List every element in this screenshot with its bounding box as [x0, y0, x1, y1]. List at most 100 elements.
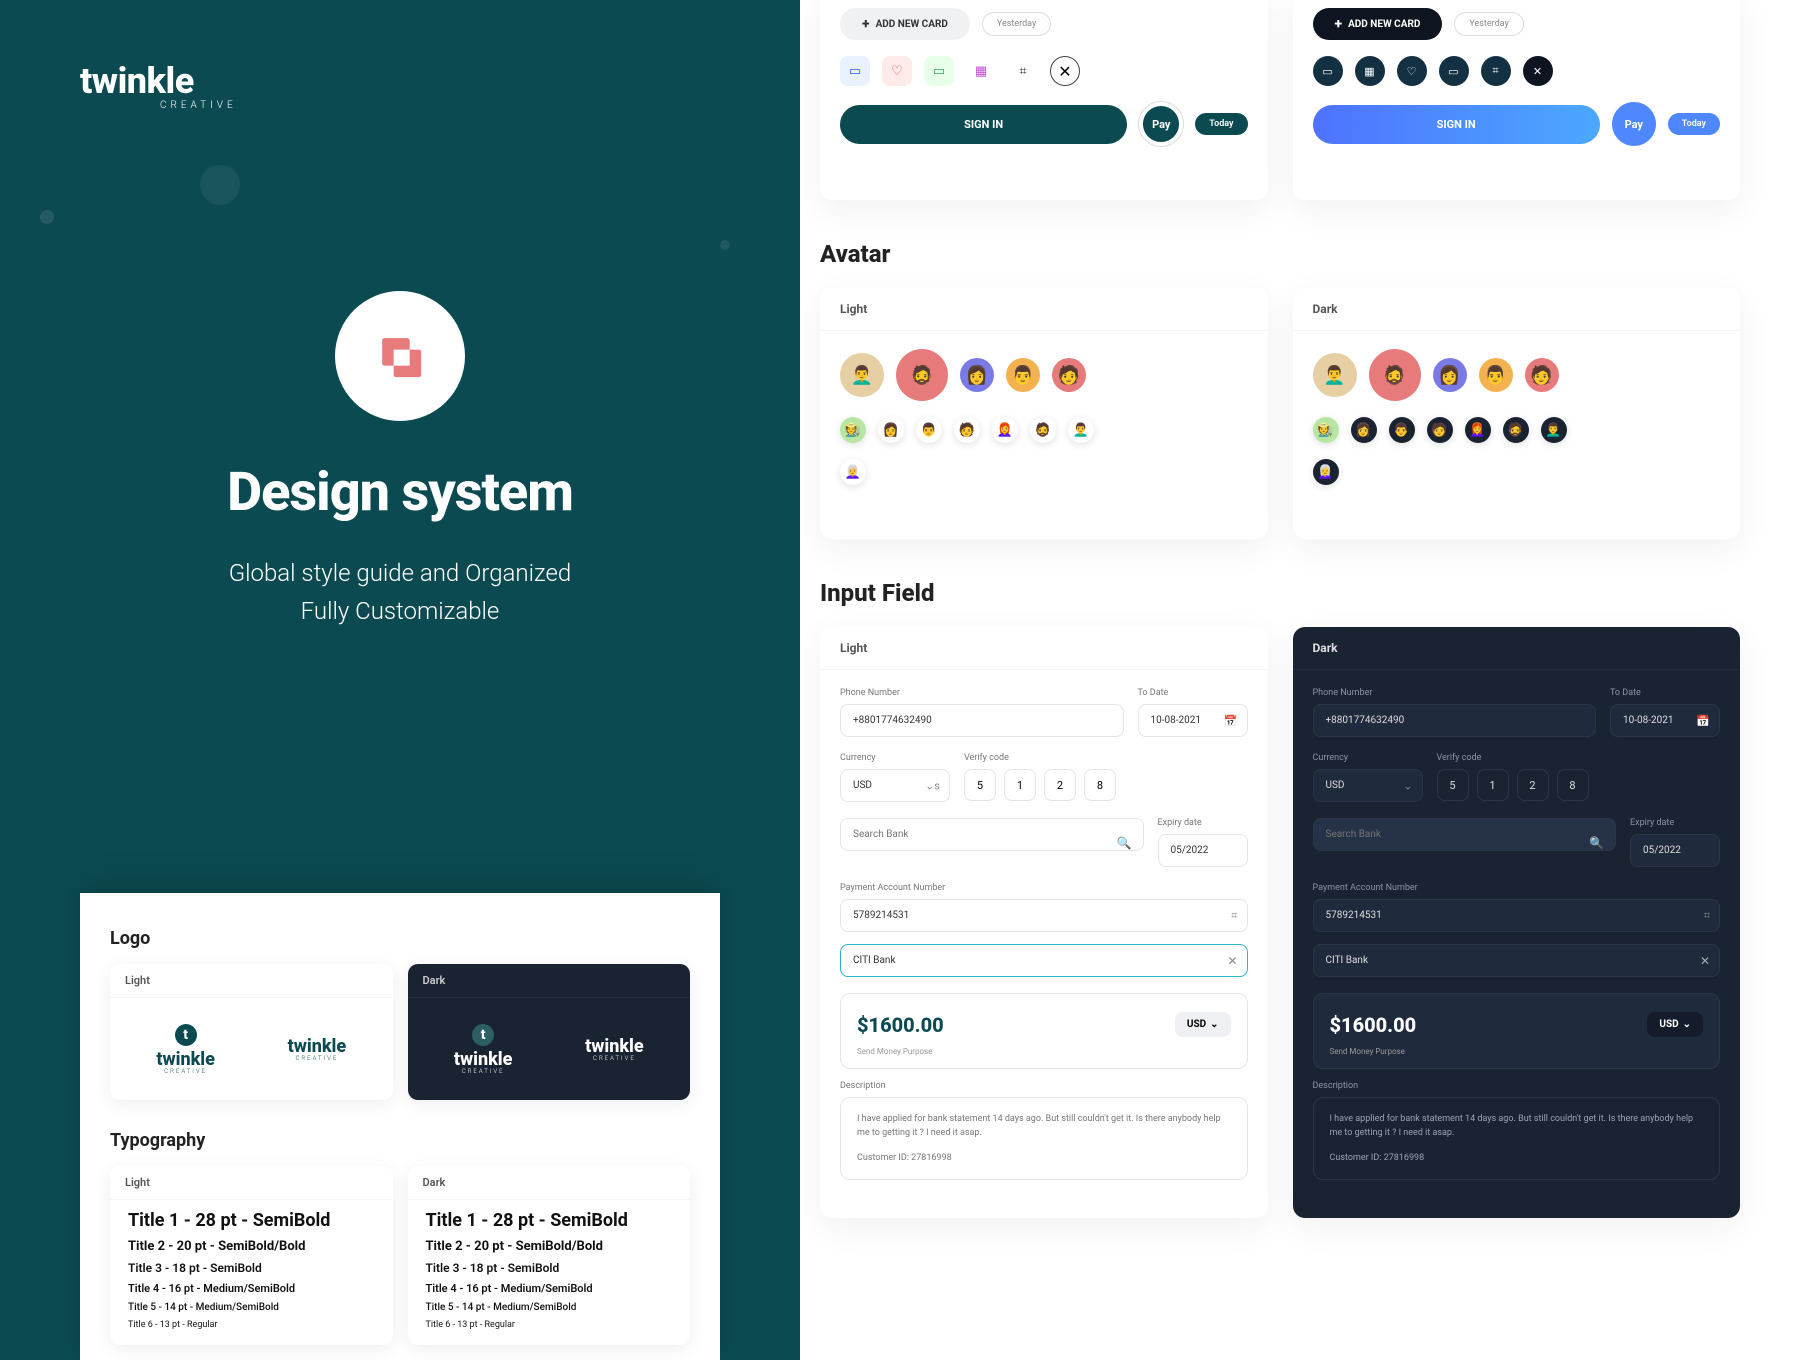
close-icon[interactable]: ✕ — [1050, 56, 1080, 86]
code-box[interactable]: 2 — [1517, 769, 1549, 801]
signin-button[interactable]: SIGN IN — [840, 105, 1127, 144]
avatar[interactable]: 👨 — [1006, 358, 1040, 392]
yesterday-chip[interactable]: Yesterday — [982, 12, 1051, 36]
phone-input[interactable] — [1313, 704, 1597, 737]
avatar-small[interactable]: 👩‍🦳 — [1313, 459, 1339, 485]
buttons-light-card: +ADD NEW CARD Yesterday ▭ ♡ ▭ ▦ ⌗ ✕ SIGN… — [820, 0, 1268, 200]
scan-icon[interactable]: ⌗ — [1231, 909, 1237, 923]
currency-label: Currency — [840, 753, 950, 763]
search-bank-input[interactable] — [840, 818, 1144, 851]
code-box[interactable]: 5 — [1437, 769, 1469, 801]
code-box[interactable]: 1 — [1004, 769, 1036, 801]
card-head-light: Light — [110, 964, 393, 998]
search-bank-input[interactable] — [1313, 818, 1617, 851]
avatar-small[interactable]: 👨 — [1389, 417, 1415, 443]
code-box[interactable]: 8 — [1084, 769, 1116, 801]
avatar-small[interactable]: 👩 — [1351, 417, 1377, 443]
avatar-small[interactable]: 🧔 — [1030, 417, 1056, 443]
grid-icon[interactable]: ▦ — [966, 56, 996, 86]
typo-t5: Title 5 - 14 pt - Medium/SemiBold — [426, 1302, 673, 1313]
input-section-title: Input Field — [820, 579, 1740, 607]
pay-button[interactable]: Pay — [1139, 102, 1183, 146]
card-head-light: Light — [820, 627, 1268, 670]
account-input[interactable] — [840, 899, 1248, 932]
avatar-small[interactable]: 🧑 — [954, 417, 980, 443]
search-icon[interactable]: 🔍 — [1589, 836, 1604, 850]
avatar[interactable]: 👨‍🦱 — [1313, 353, 1357, 397]
avatar[interactable]: 🧑 — [1052, 358, 1086, 392]
search-icon[interactable]: 🔍 — [1117, 836, 1132, 850]
account-label: Payment Account Number — [1313, 883, 1721, 893]
account-input[interactable] — [1313, 899, 1721, 932]
avatar-small[interactable]: 🧑‍🌾 — [1313, 417, 1339, 443]
avatar-small[interactable]: 👨‍🦱 — [1541, 417, 1567, 443]
avatar[interactable]: 👩 — [960, 358, 994, 392]
avatar[interactable]: 👨 — [1479, 358, 1513, 392]
avatar[interactable]: 🧔 — [896, 349, 948, 401]
calendar-icon[interactable]: 📅 — [1696, 714, 1710, 727]
avatar[interactable]: 🧔 — [1369, 349, 1421, 401]
avatar[interactable]: 👨‍🦱 — [840, 353, 884, 397]
avatar[interactable]: 🧑 — [1525, 358, 1559, 392]
avatar-small[interactable]: 🧔 — [1503, 417, 1529, 443]
expiry-input[interactable] — [1630, 834, 1720, 867]
expiry-input[interactable] — [1158, 834, 1248, 867]
avatar-small[interactable]: 👨‍🦱 — [1068, 417, 1094, 443]
chevron-down-icon: ⌄ — [1683, 1019, 1691, 1030]
description-box[interactable]: I have applied for bank statement 14 day… — [1313, 1097, 1721, 1180]
today-chip[interactable]: Today — [1195, 113, 1247, 135]
verify-label: Verify code — [1437, 753, 1721, 763]
phone-input[interactable] — [840, 704, 1124, 737]
avatar-small[interactable]: 👩‍🦰 — [1465, 417, 1491, 443]
add-card-button[interactable]: +ADD NEW CARD — [840, 8, 970, 40]
scan-icon[interactable]: ⌗ — [1704, 909, 1710, 923]
avatar[interactable]: 👩 — [1433, 358, 1467, 392]
todate-label: To Date — [1610, 688, 1720, 698]
input-dark-card: Dark Phone Number To Date📅 Currency⌄ Ver… — [1293, 627, 1741, 1218]
card-icon[interactable]: ▭ — [1313, 56, 1343, 86]
code-box[interactable]: 5 — [964, 769, 996, 801]
heart-icon[interactable]: ♡ — [1397, 56, 1427, 86]
avatar-small[interactable]: 👨 — [916, 417, 942, 443]
avatar-small[interactable]: 🧑 — [1427, 417, 1453, 443]
scan-icon[interactable]: ⌗ — [1008, 56, 1038, 86]
typo-dark-card: Dark Title 1 - 28 pt - SemiBold Title 2 … — [408, 1166, 691, 1345]
card-head-light: Light — [110, 1166, 393, 1200]
phone-label: Phone Number — [840, 688, 1124, 698]
close-icon[interactable]: ✕ — [1523, 56, 1553, 86]
avatar-small[interactable]: 👩‍🦰 — [992, 417, 1018, 443]
clear-icon[interactable]: ✕ — [1700, 954, 1710, 968]
scan-icon[interactable]: ⌗ — [1481, 56, 1511, 86]
today-chip[interactable]: Today — [1668, 113, 1720, 135]
card-head-dark: Dark — [408, 1166, 691, 1200]
expiry-label: Expiry date — [1158, 818, 1248, 828]
card-icon[interactable]: ▭ — [840, 56, 870, 86]
code-box[interactable]: 8 — [1557, 769, 1589, 801]
add-card-button[interactable]: +ADD NEW CARD — [1313, 8, 1443, 40]
heart-icon[interactable]: ♡ — [882, 56, 912, 86]
avatar-small[interactable]: 👩 — [878, 417, 904, 443]
currency-chip[interactable]: USD ⌄ — [1175, 1012, 1231, 1037]
avatar-small[interactable]: 👩‍🦳 — [840, 459, 866, 485]
currency-label: Currency — [1313, 753, 1423, 763]
cash-icon[interactable]: ▭ — [924, 56, 954, 86]
bank-input[interactable] — [840, 944, 1248, 977]
chevron-down-icon: ⌄ — [1210, 1019, 1218, 1030]
pay-button[interactable]: Pay — [1612, 102, 1656, 146]
cash-icon[interactable]: ▭ — [1439, 56, 1469, 86]
plus-icon: + — [862, 17, 870, 31]
yesterday-chip[interactable]: Yesterday — [1454, 12, 1523, 36]
account-label: Payment Account Number — [840, 883, 1248, 893]
signin-button[interactable]: SIGN IN — [1313, 105, 1600, 144]
buttons-dark-card: +ADD NEW CARD Yesterday ▭ ▦ ♡ ▭ ⌗ ✕ SIGN… — [1293, 0, 1741, 200]
description-box[interactable]: I have applied for bank statement 14 day… — [840, 1097, 1248, 1180]
currency-chip[interactable]: USD ⌄ — [1647, 1012, 1703, 1037]
code-box[interactable]: 1 — [1477, 769, 1509, 801]
grid-icon[interactable]: ▦ — [1355, 56, 1385, 86]
clear-icon[interactable]: ✕ — [1227, 954, 1237, 968]
avatar-small[interactable]: 🧑‍🌾 — [840, 417, 866, 443]
card-head-light: Light — [820, 288, 1268, 331]
bank-input[interactable] — [1313, 944, 1721, 977]
code-box[interactable]: 2 — [1044, 769, 1076, 801]
calendar-icon[interactable]: 📅 — [1224, 714, 1238, 727]
